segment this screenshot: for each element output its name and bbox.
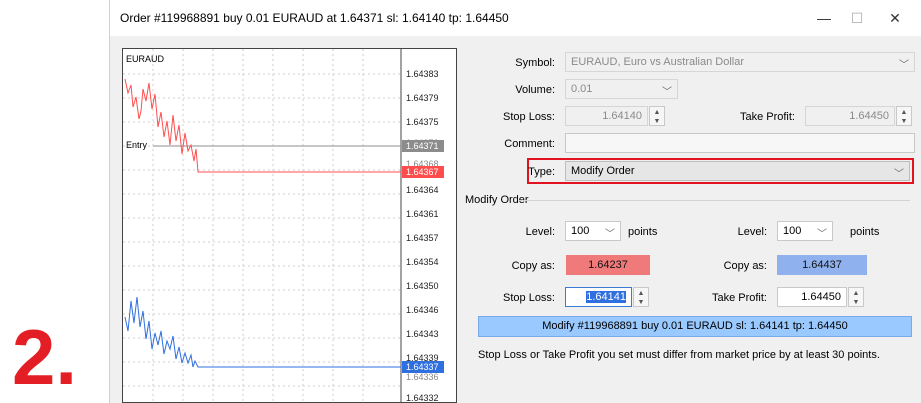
right-level-select[interactable]: 100 ﹀ xyxy=(777,221,833,241)
left-level-label: Level: xyxy=(525,226,555,238)
bid-price-tag: 1.64337 xyxy=(406,362,439,372)
stop-loss-label: Stop Loss: xyxy=(503,111,555,123)
chevron-down-icon: ﹀ xyxy=(817,229,827,240)
modify-take-profit-value: 1.64450 xyxy=(801,291,841,303)
ask-price-tag: 1.64367 xyxy=(406,167,439,177)
symbol-value: EURAUD, Euro vs Australian Dollar xyxy=(571,56,745,68)
price-axis-tick: 1.64375 xyxy=(406,117,439,127)
close-button[interactable]: ✕ xyxy=(884,8,906,28)
chevron-down-icon: ﹀ xyxy=(662,87,672,98)
tick-chart: EURAUD Entry 1.64383 1.64379 1.64375 1.6… xyxy=(122,48,457,403)
copy-as-left-button[interactable]: 1.64237 xyxy=(566,255,650,275)
chevron-down-icon: ﹀ xyxy=(899,60,909,71)
price-axis-tick: 1.64332 xyxy=(406,393,439,402)
copy-as-right-label: Copy as: xyxy=(723,260,767,272)
volume-select[interactable]: 0.01 ﹀ xyxy=(565,79,678,99)
copy-as-right-button[interactable]: 1.64437 xyxy=(777,255,867,275)
entry-price-tag: 1.64371 xyxy=(406,141,439,151)
price-axis-tick: 1.64379 xyxy=(406,93,439,103)
right-level-value: 100 xyxy=(783,225,802,237)
stop-loss-value: 1.64140 xyxy=(602,110,642,122)
tick-chart-canvas: EURAUD Entry 1.64383 1.64379 1.64375 1.6… xyxy=(123,49,444,402)
price-axis-tick: 1.64350 xyxy=(406,281,439,291)
modify-take-profit-spinner[interactable]: ▲ ▼ xyxy=(848,287,864,307)
entry-label: Entry xyxy=(126,140,148,150)
modify-stop-loss-label: Stop Loss: xyxy=(503,292,555,304)
price-axis-tick: 1.64357 xyxy=(406,233,439,243)
title-bar: Order #119968891 buy 0.01 EURAUD at 1.64… xyxy=(110,0,921,36)
left-points-label: points xyxy=(628,226,658,238)
take-profit-spinner[interactable]: ▲ ▼ xyxy=(896,106,912,126)
stop-loss-spinner[interactable]: ▲ ▼ xyxy=(649,106,665,126)
take-profit-field[interactable]: 1.64450 xyxy=(805,106,895,126)
right-level-label: Level: xyxy=(737,226,767,238)
group-divider xyxy=(518,200,910,201)
bid-price-line xyxy=(124,296,201,368)
volume-value: 0.01 xyxy=(571,83,593,95)
price-axis-tick: 1.64346 xyxy=(406,305,439,315)
step-number-badge: 2. xyxy=(12,313,78,401)
modify-order-dialog: Order #119968891 buy 0.01 EURAUD at 1.64… xyxy=(109,0,921,403)
type-select[interactable]: Modify Order ﹀ xyxy=(565,161,910,181)
copy-as-left-label: Copy as: xyxy=(511,260,555,272)
price-axis-tick: 1.64336 xyxy=(406,372,439,382)
price-axis-tick: 1.64354 xyxy=(406,257,439,267)
validation-note: Stop Loss or Take Profit you set must di… xyxy=(478,349,880,361)
chevron-down-icon: ﹀ xyxy=(605,229,615,240)
symbol-label: Symbol: xyxy=(515,57,555,69)
modify-stop-loss-value: 1.64141 xyxy=(586,291,626,303)
modify-stop-loss-spinner[interactable]: ▲ ▼ xyxy=(633,287,649,307)
chart-symbol-label: EURAUD xyxy=(126,54,165,64)
price-axis-labels: 1.64383 1.64379 1.64375 1.64372 1.64368 … xyxy=(406,69,439,402)
comment-input[interactable] xyxy=(565,133,915,153)
left-level-select[interactable]: 100 ﹀ xyxy=(565,221,621,241)
modify-order-button[interactable]: Modify #119968891 buy 0.01 EURAUD sl: 1.… xyxy=(478,316,912,337)
right-points-label: points xyxy=(850,226,880,238)
maximize-button[interactable]: ☐ xyxy=(846,8,868,28)
type-value: Modify Order xyxy=(571,165,635,177)
comment-label: Comment: xyxy=(504,138,555,150)
take-profit-label: Take Profit: xyxy=(739,111,795,123)
ask-price-line xyxy=(124,78,201,173)
volume-label: Volume: xyxy=(515,84,555,96)
left-level-value: 100 xyxy=(571,225,590,237)
modify-take-profit-input[interactable]: 1.64450 xyxy=(777,287,847,307)
window-title: Order #119968891 buy 0.01 EURAUD at 1.64… xyxy=(120,11,509,25)
price-axis-tick: 1.64364 xyxy=(406,185,439,195)
take-profit-value: 1.64450 xyxy=(849,110,889,122)
price-axis-tick: 1.64343 xyxy=(406,329,439,339)
type-label: Type: xyxy=(528,166,555,178)
symbol-select[interactable]: EURAUD, Euro vs Australian Dollar ﹀ xyxy=(565,52,915,72)
price-axis-tick: 1.64361 xyxy=(406,209,439,219)
stop-loss-field[interactable]: 1.64140 xyxy=(565,106,648,126)
price-axis-tick: 1.64383 xyxy=(406,69,439,79)
modify-take-profit-label: Take Profit: xyxy=(711,292,767,304)
minimize-button[interactable]: — xyxy=(813,8,835,28)
chevron-down-icon: ﹀ xyxy=(894,169,904,180)
modify-stop-loss-input[interactable]: 1.64141 xyxy=(565,287,632,307)
